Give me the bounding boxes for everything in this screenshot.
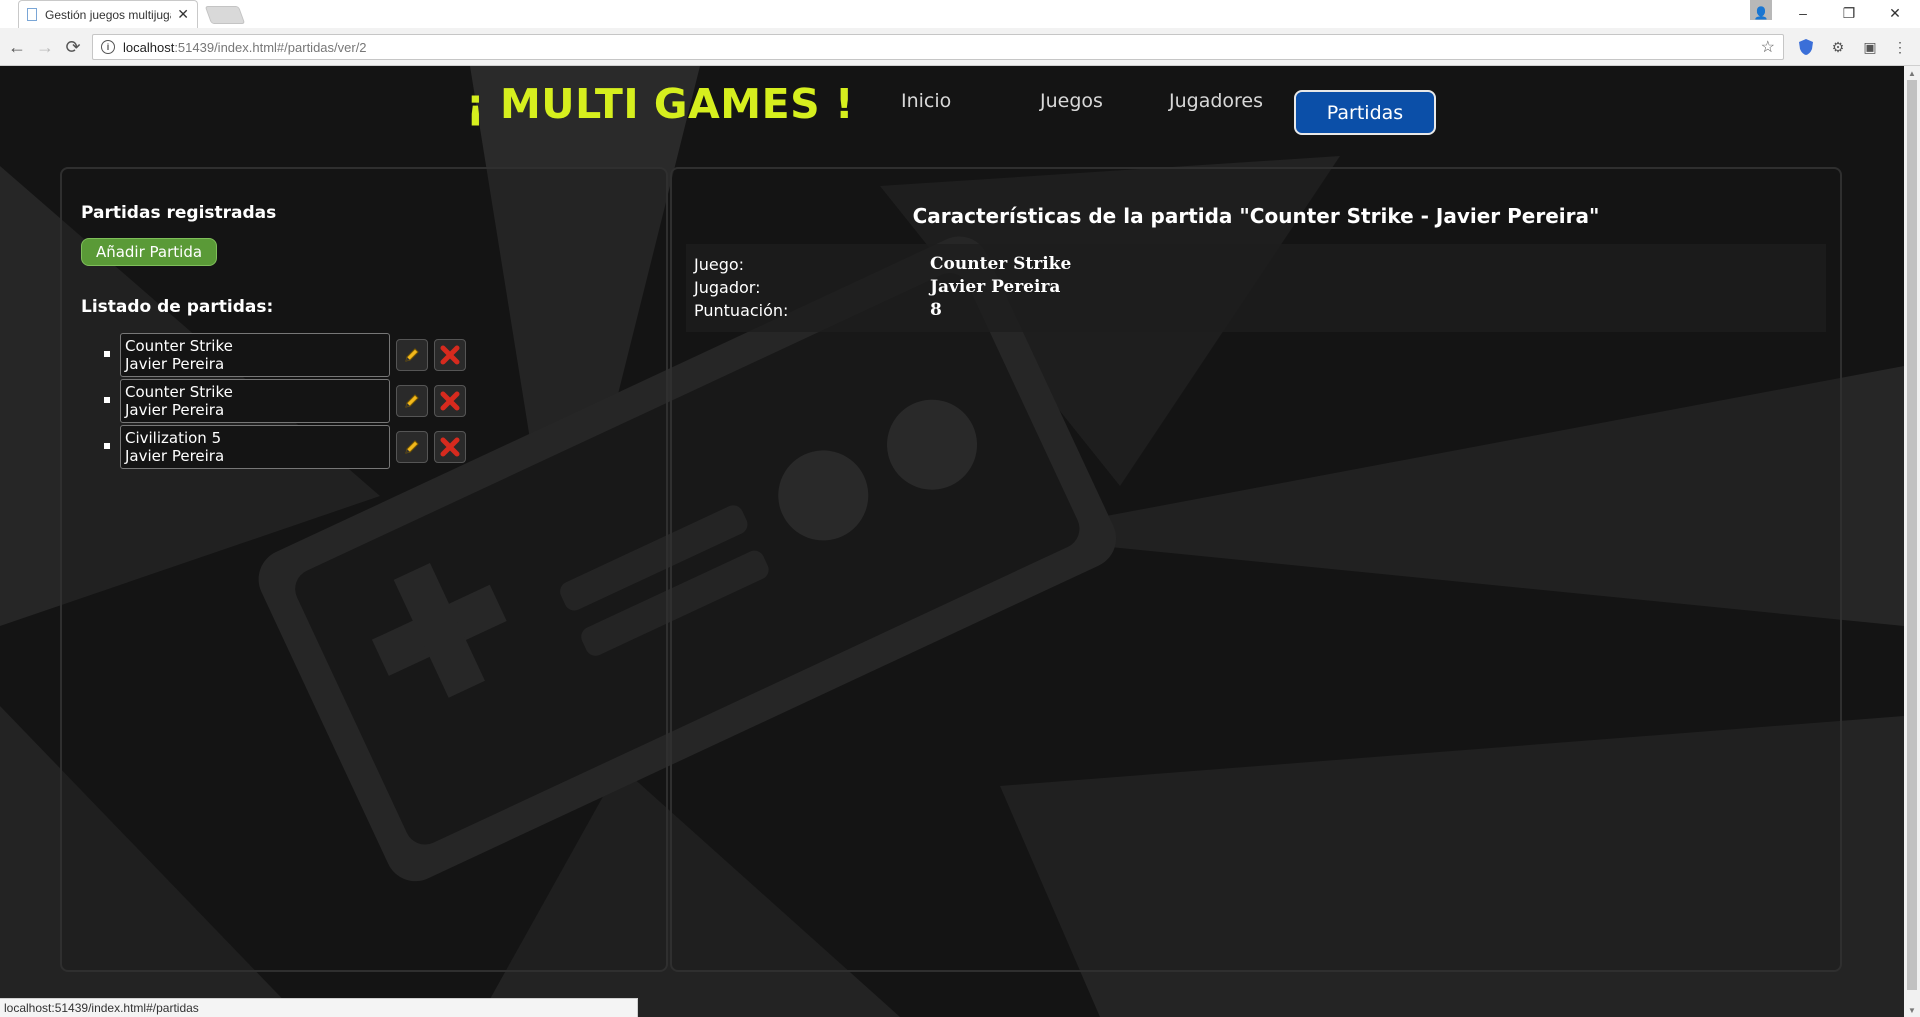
delete-button[interactable] <box>434 431 466 463</box>
extension-gear-icon[interactable]: ⚙ <box>1828 37 1848 57</box>
pencil-icon <box>405 394 419 408</box>
add-match-button[interactable]: Añadir Partida <box>81 238 217 266</box>
status-bar-url: localhost:51439/index.html#/partidas <box>0 998 638 1017</box>
profile-icon[interactable]: 👤 <box>1750 0 1772 20</box>
extension-shield-icon[interactable] <box>1796 37 1816 57</box>
match-link[interactable]: Counter Strike Javier Pereira <box>120 333 390 377</box>
list-item: Counter Strike Javier Pereira <box>104 379 476 424</box>
match-link[interactable]: Counter Strike Javier Pereira <box>120 379 390 423</box>
extension-card-icon[interactable]: ▣ <box>1860 37 1880 57</box>
delete-x-icon <box>440 345 460 365</box>
detail-label-player: Jugador: <box>694 278 761 297</box>
site-brand[interactable]: ¡ MULTI GAMES ! <box>466 80 854 128</box>
delete-x-icon <box>440 391 460 411</box>
forward-arrow-icon[interactable]: → <box>34 36 56 58</box>
browser-tab[interactable]: Gestión juegos multijuga ✕ <box>18 0 198 28</box>
delete-button[interactable] <box>434 339 466 371</box>
nav-inicio[interactable]: Inicio <box>901 90 951 112</box>
url-host: localhost <box>123 39 175 55</box>
sidebar-panel <box>60 167 668 972</box>
edit-button[interactable] <box>396 339 428 371</box>
browser-tab-strip: Gestión juegos multijuga ✕ 👤 – ❐ ✕ <box>0 0 1920 28</box>
item-game: Counter Strike <box>125 383 233 401</box>
site-info-icon[interactable]: i <box>101 40 115 54</box>
page-viewport: ¡ MULTI GAMES ! Inicio Juegos Jugadores … <box>0 66 1904 1017</box>
scroll-down-arrow-icon[interactable]: ▼ <box>1904 1003 1920 1017</box>
list-item: Counter Strike Javier Pereira <box>104 333 476 378</box>
address-bar[interactable]: i localhost :51439/index.html#/partidas/… <box>92 34 1784 60</box>
reload-icon[interactable]: ⟳ <box>62 36 84 58</box>
browser-toolbar: ← → ⟳ i localhost :51439/index.html#/par… <box>0 28 1920 66</box>
item-player: Javier Pereira <box>125 355 225 373</box>
sidebar-heading: Partidas registradas <box>81 203 277 223</box>
pencil-icon <box>405 348 419 362</box>
back-arrow-icon[interactable]: ← <box>6 36 28 58</box>
detail-value-score: 8 <box>930 300 942 320</box>
page-favicon-icon <box>27 8 37 21</box>
item-game: Civilization 5 <box>125 429 222 447</box>
item-game: Counter Strike <box>125 337 233 355</box>
tab-close-icon[interactable]: ✕ <box>177 6 189 23</box>
detail-label-score: Puntuación: <box>694 301 789 320</box>
edit-button[interactable] <box>396 431 428 463</box>
pencil-icon <box>405 440 419 454</box>
edit-button[interactable] <box>396 385 428 417</box>
nav-juegos[interactable]: Juegos <box>1040 90 1103 112</box>
bullet <box>104 443 110 449</box>
minimize-button[interactable]: – <box>1788 2 1818 24</box>
nav-jugadores[interactable]: Jugadores <box>1169 90 1263 112</box>
delete-button[interactable] <box>434 385 466 417</box>
detail-title: Características de la partida "Counter S… <box>912 204 1600 228</box>
tab-title: Gestión juegos multijuga <box>45 7 172 22</box>
page-scrollbar[interactable]: ▲ ▼ <box>1904 66 1920 1017</box>
detail-value-player: Javier Pereira <box>930 277 1061 297</box>
detail-value-game: Counter Strike <box>930 254 1072 274</box>
browser-menu-icon[interactable]: ⋮ <box>1890 37 1910 57</box>
item-player: Javier Pereira <box>125 447 225 465</box>
maximize-button[interactable]: ❐ <box>1834 2 1864 24</box>
nav-partidas[interactable]: Partidas <box>1294 90 1436 135</box>
list-heading: Listado de partidas: <box>81 297 274 317</box>
scrollbar-thumb[interactable] <box>1907 80 1917 990</box>
delete-x-icon <box>440 437 460 457</box>
scroll-up-arrow-icon[interactable]: ▲ <box>1904 66 1920 80</box>
bookmark-star-icon[interactable]: ☆ <box>1761 37 1775 57</box>
url-path: :51439/index.html#/partidas/ver/2 <box>174 39 367 55</box>
match-link[interactable]: Civilization 5 Javier Pereira <box>120 425 390 469</box>
detail-table <box>686 244 1826 332</box>
close-window-button[interactable]: ✕ <box>1880 2 1910 24</box>
new-tab-button[interactable] <box>204 6 246 24</box>
detail-label-game: Juego: <box>694 255 745 274</box>
bullet <box>104 351 110 357</box>
item-player: Javier Pereira <box>125 401 225 419</box>
list-item: Civilization 5 Javier Pereira <box>104 425 476 470</box>
bullet <box>104 397 110 403</box>
